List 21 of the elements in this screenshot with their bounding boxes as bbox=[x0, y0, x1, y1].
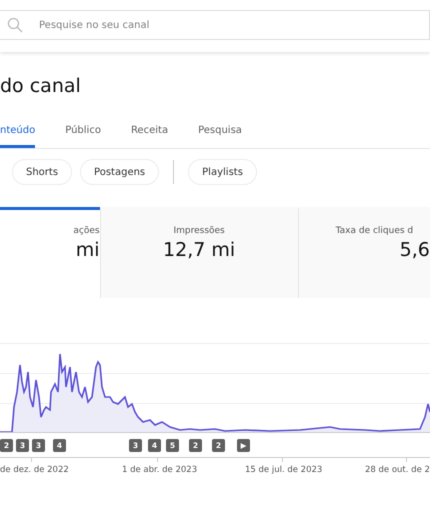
axis-label: 28 de out. de 2 bbox=[365, 465, 430, 475]
metric-label: ações bbox=[73, 226, 100, 236]
metric-card[interactable]: Impressões 12,7 mi bbox=[100, 207, 298, 298]
metric-value: 5,6 bbox=[398, 239, 430, 261]
tab[interactable]: Pesquisa bbox=[198, 108, 242, 148]
filter-chip[interactable]: Postagens bbox=[80, 159, 160, 185]
metric-card[interactable]: Taxa de cliques d 5,6 bbox=[298, 207, 430, 298]
filter-chip[interactable]: Playlists bbox=[188, 159, 257, 185]
page-title: do canal bbox=[0, 74, 82, 99]
search-field[interactable]: Pesquise no seu canal bbox=[0, 10, 430, 40]
axis-label: 1 de abr. de 2023 bbox=[122, 465, 198, 475]
metric-label: Impressões bbox=[173, 226, 225, 236]
metric-value: 12,7 mi bbox=[163, 239, 236, 261]
axis-label: 15 de jul. de 2023 bbox=[245, 465, 322, 475]
tab[interactable]: Público bbox=[65, 108, 101, 148]
metric-label: Taxa de cliques d bbox=[336, 226, 414, 236]
tab[interactable]: nteúdo bbox=[0, 108, 36, 148]
axis-label: de dez. de 2022 bbox=[0, 465, 69, 475]
filter-chip[interactable]: Shorts bbox=[12, 159, 72, 185]
metric-value: mi bbox=[76, 239, 100, 261]
tab[interactable]: Receita bbox=[130, 108, 168, 148]
